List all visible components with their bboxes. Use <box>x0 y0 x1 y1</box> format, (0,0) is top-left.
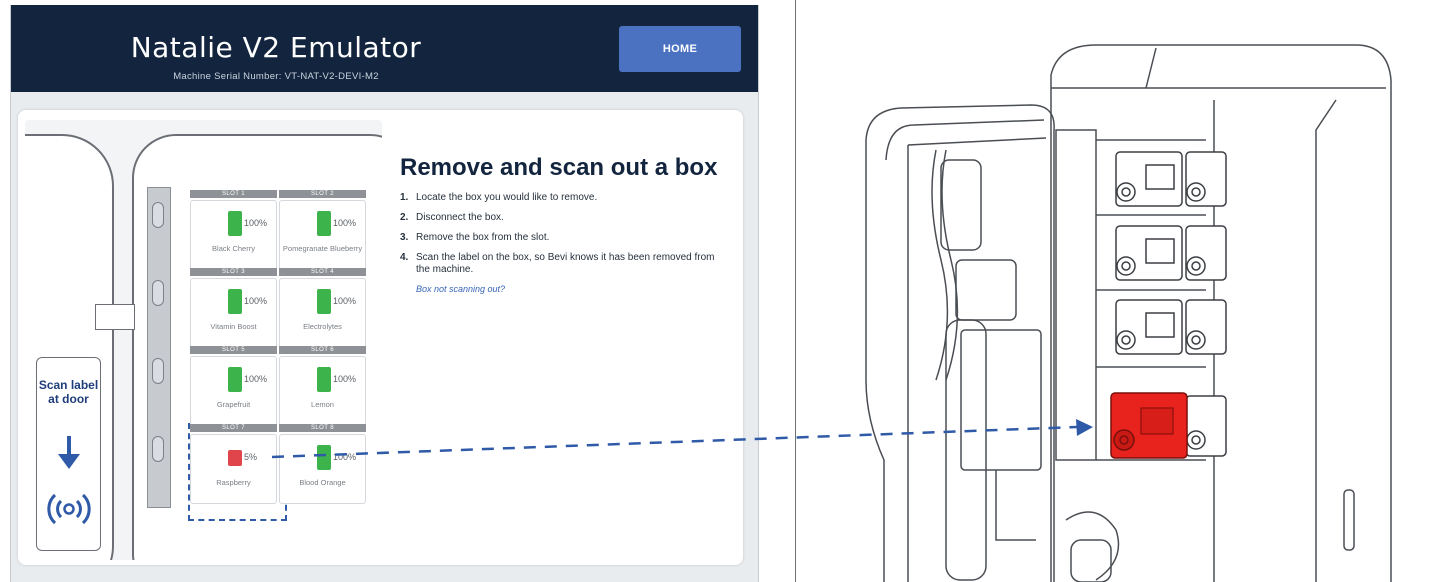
fill-level-bar <box>317 211 331 236</box>
door-hinge <box>95 304 135 330</box>
fill-level-bar <box>317 367 331 392</box>
machine-diagram: Scan label at door SLOT 1 100% Black Che… <box>25 120 382 560</box>
step-item: 2. Disconnect the box. <box>400 212 720 224</box>
slot-card[interactable]: SLOT 4NEW100%Electrolytes <box>279 268 366 348</box>
slot-card[interactable]: SLOT 5NEW100%Grapefruit <box>190 346 277 426</box>
fill-level-bar <box>228 367 242 392</box>
scan-label-panel[interactable]: Scan label at door <box>36 357 101 551</box>
slot-header: SLOT 5 <box>190 346 277 354</box>
slot-box: 100% Electrolytes <box>279 278 366 348</box>
slot-box: 100% Vitamin Boost <box>190 278 277 348</box>
fill-level-bar <box>228 211 242 236</box>
slot-card[interactable]: SLOT 8NEW100%Blood Orange <box>279 424 366 504</box>
rail-latch <box>152 358 164 384</box>
rail-latch <box>152 280 164 306</box>
rail-latch <box>152 436 164 462</box>
step-item: 4. Scan the label on the box, so Bevi kno… <box>400 252 720 276</box>
slot-card[interactable]: SLOT 3NEW100%Vitamin Boost <box>190 268 277 348</box>
slot-header: SLOT 6 <box>279 346 366 354</box>
step-item: 3. Remove the box from the slot. <box>400 232 720 244</box>
flavor-name: Black Cherry <box>212 244 255 253</box>
slot-header: SLOT 8 <box>279 424 366 432</box>
flavor-name: Grapefruit <box>216 400 251 409</box>
fill-percent: 100% <box>244 374 268 384</box>
home-button[interactable]: HOME <box>619 26 741 72</box>
fill-level-bar <box>317 445 331 470</box>
scan-label-text: Scan label at door <box>38 378 99 406</box>
rail-latch <box>152 202 164 228</box>
instructions: Remove and scan out a box 1. Locate the b… <box>400 154 720 294</box>
flavor-name: Lemon <box>311 400 334 409</box>
step-text: Remove the box from the slot. <box>416 232 550 243</box>
slot-box: 100% Pomegranate Blueberry <box>279 200 366 270</box>
fill-percent: 5% <box>244 452 258 462</box>
vending-machine-drawing <box>865 44 1392 582</box>
slot-card[interactable]: SLOT 7 5% Raspberry <box>190 424 277 504</box>
slot-header: SLOT 2 <box>279 190 366 198</box>
fill-level-bar <box>228 449 242 466</box>
step-number: 4. <box>400 252 409 263</box>
slot-box: 5% Raspberry <box>190 434 277 504</box>
fill-percent: 100% <box>333 452 357 462</box>
flavor-name: Electrolytes <box>303 322 342 331</box>
step-item: 1. Locate the box you would like to remov… <box>400 192 720 204</box>
slot-header: SLOT 1 <box>190 190 277 198</box>
step-text: Disconnect the box. <box>416 212 504 223</box>
step-text: Locate the box you would like to remove. <box>416 192 598 203</box>
content-card: Scan label at door SLOT 1 100% Black Che… <box>18 110 743 565</box>
step-number: 3. <box>400 232 409 243</box>
serial-number: Machine Serial Number: VT-NAT-V2-DEVI-M2 <box>173 71 379 82</box>
emulator-panel: Natalie V2 Emulator Machine Serial Numbe… <box>10 5 759 582</box>
fill-percent: 100% <box>244 296 268 306</box>
emulator-header: Natalie V2 Emulator Machine Serial Numbe… <box>11 5 758 92</box>
arrow-down-icon <box>58 436 80 469</box>
flavor-name: Blood Orange <box>299 478 346 487</box>
flavor-name: Raspberry <box>216 478 251 487</box>
slot-box: 100% Blood Orange <box>279 434 366 504</box>
fill-level-bar <box>317 289 331 314</box>
step-number: 2. <box>400 212 409 223</box>
step-text: Scan the label on the box, so Bevi knows… <box>416 252 715 275</box>
flavor-name: Vitamin Boost <box>210 322 257 331</box>
steps-list: 1. Locate the box you would like to remov… <box>400 192 720 276</box>
fill-percent: 100% <box>333 374 357 384</box>
nfc-scan-icon <box>47 493 91 525</box>
machine-illustration <box>795 0 1438 582</box>
slot-card[interactable]: SLOT 2NEW100%Pomegranate Blueberry <box>279 190 366 270</box>
step-number: 1. <box>400 192 409 203</box>
slot-header: SLOT 7 <box>190 424 277 432</box>
slot-header: SLOT 4 <box>279 268 366 276</box>
fill-percent: 100% <box>333 296 357 306</box>
page-title: Natalie V2 Emulator <box>130 31 422 64</box>
slot-box: 100% Grapefruit <box>190 356 277 426</box>
slot-card[interactable]: SLOT 1NEW100%Black Cherry <box>190 190 277 270</box>
slot-box: 100% Lemon <box>279 356 366 426</box>
slot-card[interactable]: SLOT 6 100% Lemon <box>279 346 366 426</box>
slot-box: 100% Black Cherry <box>190 200 277 270</box>
flavor-name: Pomegranate Blueberry <box>282 244 363 253</box>
slot-header: SLOT 3 <box>190 268 277 276</box>
fill-percent: 100% <box>333 218 357 228</box>
fill-level-bar <box>228 289 242 314</box>
instructions-title: Remove and scan out a box <box>400 154 718 181</box>
fill-percent: 100% <box>244 218 268 228</box>
highlighted-box <box>1110 392 1188 459</box>
box-not-scanning-link[interactable]: Box not scanning out? <box>416 284 720 294</box>
slot-rail <box>147 187 171 508</box>
